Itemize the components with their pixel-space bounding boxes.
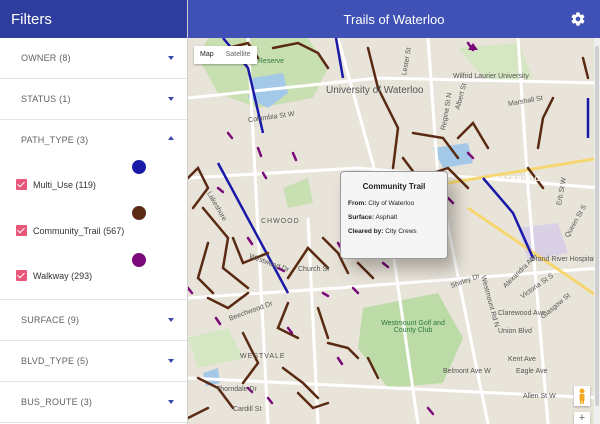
walkway-checkbox[interactable] [16,270,27,281]
map-label-thorndale: Thorndale Dr [216,386,257,393]
filter-section-surface[interactable]: SURFACE (9) [0,300,187,341]
section-label: PATH_TYPE (3) [21,135,89,145]
trail-info-popup: Community Trail From: City of Waterloo S… [340,171,448,259]
map-label-westvale: WESTVALE [240,353,286,360]
scrollbar-thumb[interactable] [595,46,599,406]
map-label-hospital: Grand River Hospital [530,256,595,263]
section-label: OWNER (8) [21,53,71,63]
walkway-color-swatch [132,253,146,267]
section-header[interactable]: PATH_TYPE (3) [0,120,187,160]
sidebar-title: Filters [0,0,187,38]
section-header[interactable]: SURFACE (9) [0,300,187,340]
zoom-in-button[interactable]: + [574,412,590,424]
map-canvas[interactable]: University of Waterloo Wilfrid Laurier U… [188,38,600,424]
map-label-church: Church St [298,266,330,273]
chevron-up-icon[interactable] [168,136,174,140]
filter-section-status[interactable]: STATUS (1) [0,79,187,120]
popup-from-label: From: [348,200,367,207]
map-label-union: Union Blvd [498,328,532,335]
multi-use-color-swatch [132,160,146,174]
filter-section-blvd-type[interactable]: BLVD_TYPE (5) [0,341,187,382]
map-label-uw: University of Waterloo [326,85,424,96]
chevron-down-icon[interactable] [168,400,174,404]
app-header: Trails of Waterloo [188,0,600,38]
section-header[interactable]: STATUS (1) [0,79,187,119]
section-header[interactable]: BUS_ROUTE (3) [0,382,187,422]
section-header[interactable]: BLVD_TYPE (5) [0,341,187,381]
chevron-down-icon[interactable] [168,318,174,322]
filters-sidebar: Filters OWNER (8) STATUS (1) PATH_TYPE (… [0,0,188,424]
filter-section-bus-route[interactable]: BUS_ROUTE (3) [0,382,187,423]
popup-cleared-row: Cleared by: City Crews [348,228,447,235]
street-view-pegman-icon[interactable] [574,386,590,406]
filter-section-owner[interactable]: OWNER (8) [0,38,187,79]
popup-surface-label: Surface: [348,214,375,221]
map-label-reserve: Reserve [258,58,285,65]
multi-use-label: Multi_Use (119) [33,180,96,190]
map-label-cardill: Cardill St [233,406,262,413]
popup-cleared-value: City Crews [385,228,417,235]
chevron-down-icon[interactable] [168,97,174,101]
section-header[interactable]: OWNER (8) [0,38,187,78]
pegman-icon [579,388,585,404]
community-trail-color-swatch [132,206,146,220]
map-type-map-button[interactable]: Map [194,46,220,64]
page-title: Trails of Waterloo [343,12,445,27]
popup-cleared-label: Cleared by: [348,228,384,235]
map-scrollbar[interactable] [594,38,600,424]
map-label-clarewood: Clarewood Ave [498,310,545,317]
section-label: STATUS (1) [21,94,71,104]
filter-section-path-type[interactable]: PATH_TYPE (3) Multi_Use (119) Community_… [0,120,187,300]
map-label-eagle: Eagle Ave [516,368,548,375]
popup-surface-value: Asphalt [375,214,398,221]
popup-surface-row: Surface: Asphalt [348,214,447,221]
popup-title: Community Trail [362,182,426,191]
map-type-toggle[interactable]: Map Satellite [194,46,257,64]
section-label: SURFACE (9) [21,315,80,325]
map-label-belmont: Belmont Ave W [443,368,491,375]
map-label-laurier: Wilfrid Laurier University [453,73,529,80]
community-trail-label: Community_Trail (567) [33,226,125,236]
community-trail-checkbox[interactable] [16,225,27,236]
gear-icon[interactable] [570,11,586,27]
popup-from-value: City of Waterloo [368,200,415,207]
map-label-kent: Kent Ave [508,356,536,363]
chevron-down-icon[interactable] [168,359,174,363]
multi-use-checkbox[interactable] [16,179,27,190]
map-label-westmount: Westmount Golf and County Club [381,320,445,334]
map-label-allen: Allen St W [523,393,556,400]
app-window: Filters OWNER (8) STATUS (1) PATH_TYPE (… [0,0,600,424]
chevron-down-icon[interactable] [168,56,174,60]
map-label-chwood: CHWOOD [261,218,300,225]
section-label: BLVD_TYPE (5) [21,356,89,366]
section-label: BUS_ROUTE (3) [21,397,93,407]
map-type-satellite-button[interactable]: Satellite [220,46,257,64]
walkway-label: Walkway (293) [33,271,93,281]
map-label-waterloo: WATERLOO [493,176,541,183]
popup-from-row: From: City of Waterloo [348,200,447,207]
